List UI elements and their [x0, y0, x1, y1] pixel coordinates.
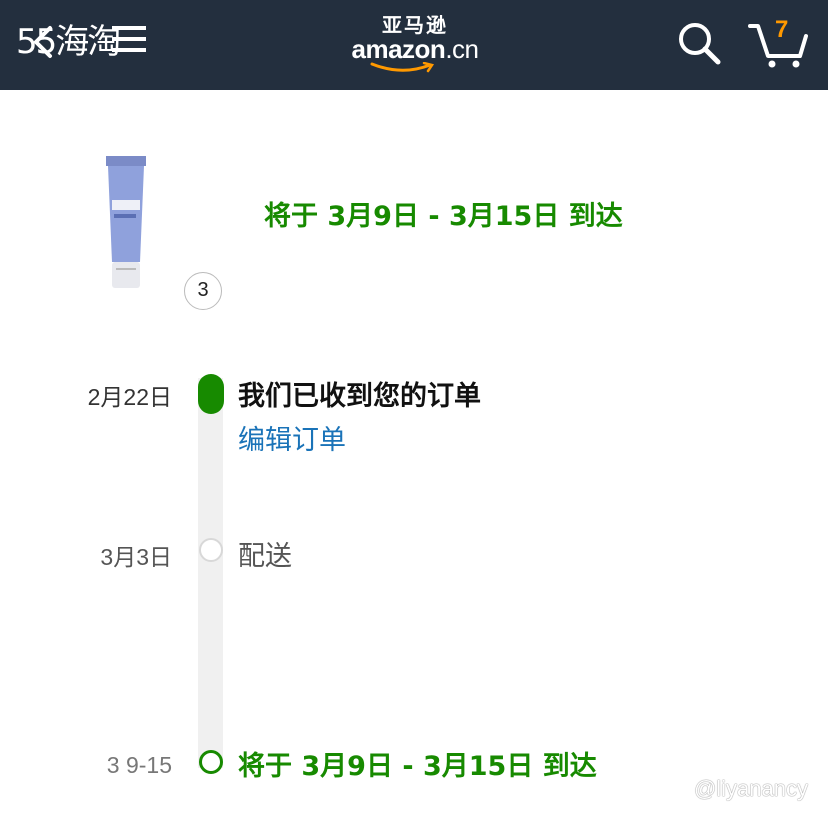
arrival-estimate-heading: 将于 3月9日 - 3月15日 到达: [264, 201, 623, 232]
watermark-55haitao: 55海淘: [16, 22, 121, 62]
top-nav-bar: 55海淘 亚马逊 amazon.cn 7: [0, 0, 828, 90]
timeline-node-done: [198, 374, 224, 414]
timeline-node-pending: [199, 538, 223, 562]
quantity-badge: 3: [184, 272, 222, 310]
timeline-date-shipping: 3月3日: [100, 544, 172, 570]
watermark-credit: @liyanancy: [693, 776, 808, 801]
order-received-label: 我们已收到您的订单: [238, 381, 481, 412]
cart-count-badge: 7: [775, 16, 789, 43]
timeline-track: [198, 378, 223, 768]
timeline-date-ordered: 2月22日: [87, 384, 172, 410]
timeline-node-arrival: [199, 750, 223, 774]
arrival-estimate-label: 将于 3月9日 - 3月15日 到达: [238, 751, 597, 782]
amazon-cn-logo[interactable]: 亚马逊 amazon.cn: [340, 14, 490, 76]
shipping-label: 配送: [238, 541, 292, 572]
edit-order-link[interactable]: 编辑订单: [238, 418, 346, 457]
logo-english-text: amazon.cn: [351, 34, 480, 64]
search-icon[interactable]: [676, 20, 722, 66]
logo-chinese-text: 亚马逊: [382, 13, 448, 37]
timeline-date-arrival: 3 9-15: [106, 752, 172, 778]
product-image[interactable]: [104, 152, 148, 292]
amazon-smile-icon: [370, 62, 435, 73]
